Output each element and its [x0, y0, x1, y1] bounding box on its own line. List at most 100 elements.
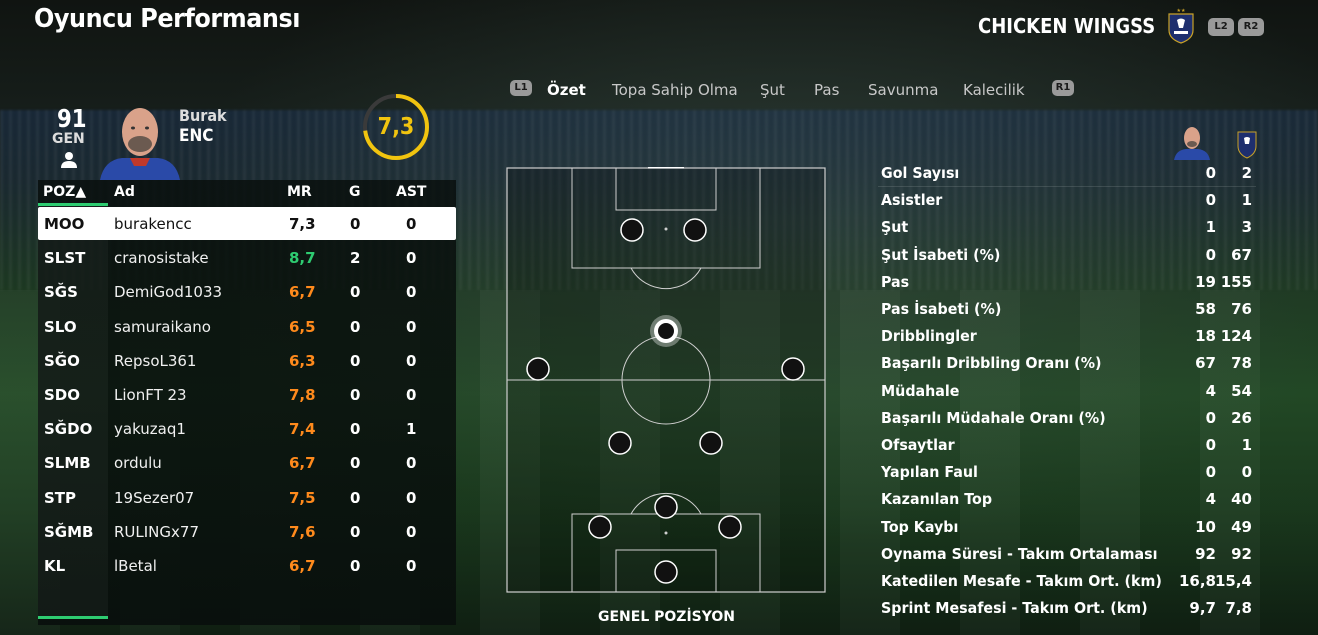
table-row[interactable]: SĞMB RULINGx77 7,6 0 0 [38, 515, 456, 548]
row-name: DemiGod1033 [114, 283, 223, 302]
sort-indicator [38, 203, 108, 206]
row-name: RepsoL361 [114, 351, 197, 370]
stat-player-value: 58 [1195, 300, 1216, 318]
row-match-rating: 8,7 [289, 249, 316, 268]
table-row[interactable]: STP 19Sezer07 7,5 0 0 [38, 481, 456, 514]
row-position: SDO [44, 386, 81, 404]
tab-ozet[interactable]: Özet [547, 81, 586, 99]
row-goals: 0 [350, 488, 361, 507]
l2-button[interactable]: L2 [1208, 18, 1234, 36]
stat-row: Şut 1 3 [878, 214, 1256, 241]
tab-topa-sahip-olma[interactable]: Topa Sahip Olma [612, 81, 738, 99]
row-position: SLO [44, 317, 77, 336]
header-name[interactable]: Ad [114, 184, 135, 200]
header-mr[interactable]: MR [287, 184, 312, 200]
player-dot [620, 218, 644, 242]
row-goals: 0 [350, 557, 361, 575]
player-dot [781, 357, 805, 381]
row-name: ordulu [114, 454, 162, 473]
header-ast[interactable]: AST [396, 184, 426, 200]
stat-player-value: 18 [1195, 327, 1216, 346]
row-assists: 0 [406, 454, 417, 473]
selected-player-dot [650, 315, 682, 347]
stat-row: Başarılı Dribbling Oranı (%) 67 78 [878, 350, 1256, 377]
tab-sut[interactable]: Şut [760, 81, 785, 99]
table-row[interactable]: SLMB ordulu 6,7 0 0 [38, 446, 456, 479]
team-mini-crest-icon [1237, 131, 1257, 159]
header-pos[interactable]: POZ▲ [43, 184, 86, 200]
row-match-rating: 7,5 [289, 488, 316, 507]
stat-team-value: 54 [1231, 381, 1252, 400]
stat-label: Sprint Mesafesi - Takım Ort. (km) [881, 599, 1148, 618]
stat-team-value: 15,4 [1214, 572, 1252, 590]
stats-column-headers [1174, 127, 1257, 160]
stat-player-value: 0 [1205, 245, 1216, 264]
row-match-rating: 7,8 [289, 386, 316, 404]
goalkeeper-dot [654, 560, 678, 584]
row-match-rating: 6,7 [289, 557, 316, 575]
svg-text:★★: ★★ [1177, 8, 1186, 14]
row-match-rating: 7,6 [289, 522, 316, 541]
stat-row: Şut İsabeti (%) 0 67 [878, 242, 1256, 269]
table-row[interactable]: MOO burakencc 7,3 0 0 [38, 207, 456, 240]
table-row[interactable]: SĞO RepsoL361 6,3 0 0 [38, 344, 456, 377]
stat-label: Asistler [881, 191, 943, 210]
stat-label: Oynama Süresi - Takım Ortalaması [881, 544, 1158, 563]
table-row[interactable]: SLST cranosistake 8,7 2 0 [38, 241, 456, 274]
row-goals: 2 [350, 249, 361, 268]
stat-team-value: 1 [1241, 436, 1252, 454]
player-overall: 91 [57, 104, 87, 133]
player-last-name: ENC [179, 126, 214, 146]
tab-savunma[interactable]: Savunma [868, 81, 938, 99]
scroll-indicator [38, 616, 108, 619]
table-row[interactable]: SDO LionFT 23 7,8 0 0 [38, 378, 456, 411]
stat-row: Müdahale 4 54 [878, 378, 1256, 405]
stat-player-value: 0 [1205, 164, 1216, 182]
tab-kalecilik[interactable]: Kalecilik [963, 81, 1025, 99]
stat-team-value: 0 [1241, 463, 1252, 482]
stat-team-value: 124 [1220, 327, 1252, 346]
stat-player-value: 16,8 [1178, 572, 1216, 590]
table-row[interactable]: SĞS DemiGod1033 6,7 0 0 [38, 275, 456, 308]
row-name: lBetal [114, 557, 157, 575]
row-goals: 0 [350, 420, 361, 439]
stat-player-value: 10 [1195, 517, 1216, 536]
stat-row: Katedilen Mesafe - Takım Ort. (km) 16,8 15… [878, 568, 1256, 595]
player-avatar [100, 108, 180, 180]
tab-pas[interactable]: Pas [814, 81, 839, 99]
player-dot [654, 495, 678, 519]
stat-team-value: 3 [1241, 218, 1252, 237]
row-position: MOO [44, 215, 85, 233]
player-overall-label: GEN [52, 131, 85, 147]
row-match-rating: 6,3 [289, 351, 316, 370]
table-row[interactable]: SLO samuraikano 6,5 0 0 [38, 310, 456, 343]
row-goals: 0 [350, 351, 361, 370]
row-position: SĞDO [44, 420, 93, 439]
stat-label: Dribblingler [881, 327, 977, 346]
table-row[interactable]: KL lBetal 6,7 0 0 [38, 549, 456, 582]
row-assists: 0 [406, 215, 417, 233]
pitch-label: GENEL POZİSYON [598, 609, 735, 625]
row-assists: 0 [406, 351, 417, 370]
player-first-name: Burak [179, 106, 227, 125]
stat-player-value: 19 [1195, 272, 1216, 291]
stat-player-value: 9,7 [1189, 599, 1216, 618]
stat-row: Yapılan Faul 0 0 [878, 459, 1256, 486]
stat-player-value: 0 [1205, 408, 1216, 427]
table-row[interactable]: SĞDO yakuzaq1 7,4 0 1 [38, 412, 456, 445]
header-g[interactable]: G [349, 184, 361, 200]
r2-button[interactable]: R2 [1238, 18, 1264, 36]
stat-player-value: 0 [1205, 436, 1216, 454]
position-pitch [506, 167, 826, 593]
stat-label: Başarılı Müdahale Oranı (%) [881, 408, 1106, 427]
stat-player-value: 4 [1205, 490, 1216, 509]
r1-button[interactable]: R1 [1052, 80, 1074, 96]
l1-button[interactable]: L1 [510, 80, 532, 96]
row-name: cranosistake [114, 249, 209, 268]
stat-row: Dribblingler 18 124 [878, 323, 1256, 350]
stat-player-value: 0 [1205, 191, 1216, 210]
stat-label: Top Kaybı [881, 517, 959, 536]
row-name: burakencc [114, 215, 192, 233]
stat-label: Gol Sayısı [881, 164, 960, 182]
row-position: SĞS [44, 283, 78, 302]
